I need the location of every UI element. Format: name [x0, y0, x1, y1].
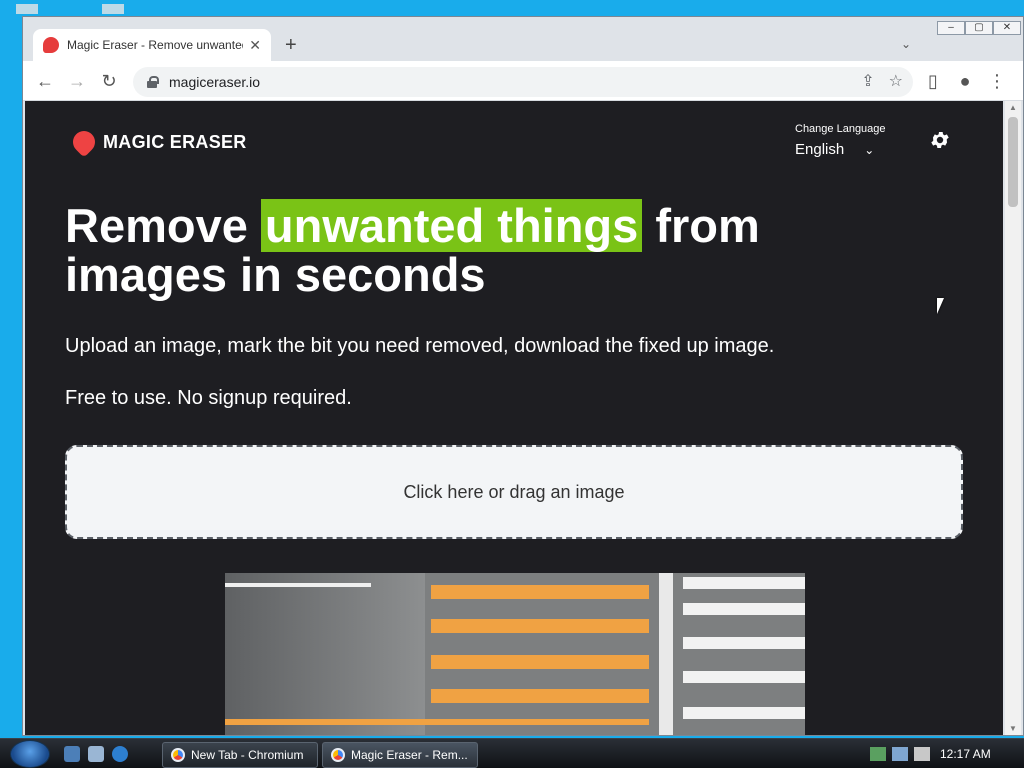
sidepanel-icon[interactable]: ▯ — [921, 69, 945, 93]
url-text[interactable]: magiceraser.io — [169, 74, 260, 90]
profile-icon[interactable]: ● — [953, 69, 977, 93]
example-image — [225, 573, 805, 735]
display-icon[interactable] — [892, 747, 908, 761]
dropzone-label: Click here or drag an image — [403, 481, 625, 502]
back-icon[interactable]: ← — [33, 69, 57, 93]
show-desktop-icon[interactable] — [64, 746, 80, 762]
switch-windows-icon[interactable] — [88, 746, 104, 762]
site-logo[interactable]: MAGIC ERASER — [68, 126, 247, 158]
logo-text: MAGIC ERASER — [103, 131, 247, 152]
language-label: Change Language — [795, 123, 886, 135]
chevron-down-icon[interactable]: ⌄ — [864, 143, 874, 157]
mouse-cursor — [937, 298, 951, 314]
gear-icon[interactable] — [929, 129, 951, 151]
chromium-icon — [171, 748, 185, 762]
close-tab-icon[interactable]: ✕ — [249, 37, 261, 54]
close-window-button[interactable]: ✕ — [993, 21, 1021, 35]
window-controls: – ▢ ✕ — [937, 21, 1021, 35]
taskbar: New Tab - Chromium Magic Eraser - Rem...… — [0, 738, 1024, 768]
lock-icon[interactable] — [147, 76, 159, 88]
logo-icon — [68, 126, 100, 158]
language-selector[interactable]: Change Language English ⌄ — [795, 123, 886, 158]
new-tab-button[interactable]: + — [285, 35, 297, 55]
minimize-button[interactable]: – — [937, 21, 965, 35]
taskbar-item-label: Magic Eraser - Rem... — [351, 748, 468, 762]
address-bar[interactable]: magiceraser.io ⇪ ☆ — [133, 67, 913, 97]
browser-toolbar: ← → ↻ magiceraser.io ⇪ ☆ ▯ ● ⋮ — [23, 61, 1023, 101]
scroll-thumb[interactable] — [1008, 117, 1018, 207]
headline-text: Remove — [65, 199, 261, 252]
chromium-icon — [331, 748, 345, 762]
page-viewport: MAGIC ERASER Change Language English ⌄ R… — [25, 101, 1003, 735]
hero-headline: Remove unwanted things from images in se… — [65, 199, 865, 299]
reload-icon[interactable]: ↻ — [97, 69, 121, 93]
system-tray: 12:17 AM — [864, 739, 1024, 768]
menu-icon[interactable]: ⋮ — [985, 69, 1009, 93]
tab-strip: Magic Eraser - Remove unwanted ✕ + ⌄ – ▢… — [23, 17, 1023, 61]
language-value[interactable]: English — [795, 141, 844, 158]
share-icon[interactable]: ⇪ — [861, 71, 874, 91]
subtext-free: Free to use. No signup required. — [65, 387, 352, 409]
forward-icon[interactable]: → — [65, 69, 89, 93]
network-icon[interactable] — [870, 747, 886, 761]
taskbar-item-label: New Tab - Chromium — [191, 748, 304, 762]
taskbar-item-new-tab[interactable]: New Tab - Chromium — [162, 742, 318, 768]
headline-highlight: unwanted things — [260, 199, 643, 252]
favicon-icon — [43, 37, 59, 53]
start-button[interactable] — [10, 740, 50, 768]
scroll-down-icon[interactable]: ▼ — [1009, 724, 1017, 733]
browser-window: Magic Eraser - Remove unwanted ✕ + ⌄ – ▢… — [22, 16, 1024, 736]
tab-title: Magic Eraser - Remove unwanted — [67, 38, 244, 52]
desktop-icon[interactable] — [16, 4, 38, 14]
maximize-button[interactable]: ▢ — [965, 21, 993, 35]
volume-muted-icon[interactable] — [914, 747, 930, 761]
taskbar-item-magic-eraser[interactable]: Magic Eraser - Rem... — [322, 742, 478, 768]
tab-search-chevron-icon[interactable]: ⌄ — [901, 37, 911, 51]
upload-dropzone[interactable]: Click here or drag an image — [65, 445, 963, 539]
scrollbar[interactable]: ▲ ▼ — [1005, 101, 1021, 735]
scroll-up-icon[interactable]: ▲ — [1009, 103, 1017, 112]
desktop-icon[interactable] — [102, 4, 124, 14]
star-icon[interactable]: ☆ — [889, 71, 903, 91]
clock[interactable]: 12:17 AM — [940, 747, 991, 761]
subtext-instructions: Upload an image, mark the bit you need r… — [65, 335, 775, 357]
ie-icon[interactable] — [112, 746, 128, 762]
tab-magic-eraser[interactable]: Magic Eraser - Remove unwanted ✕ — [33, 29, 271, 61]
